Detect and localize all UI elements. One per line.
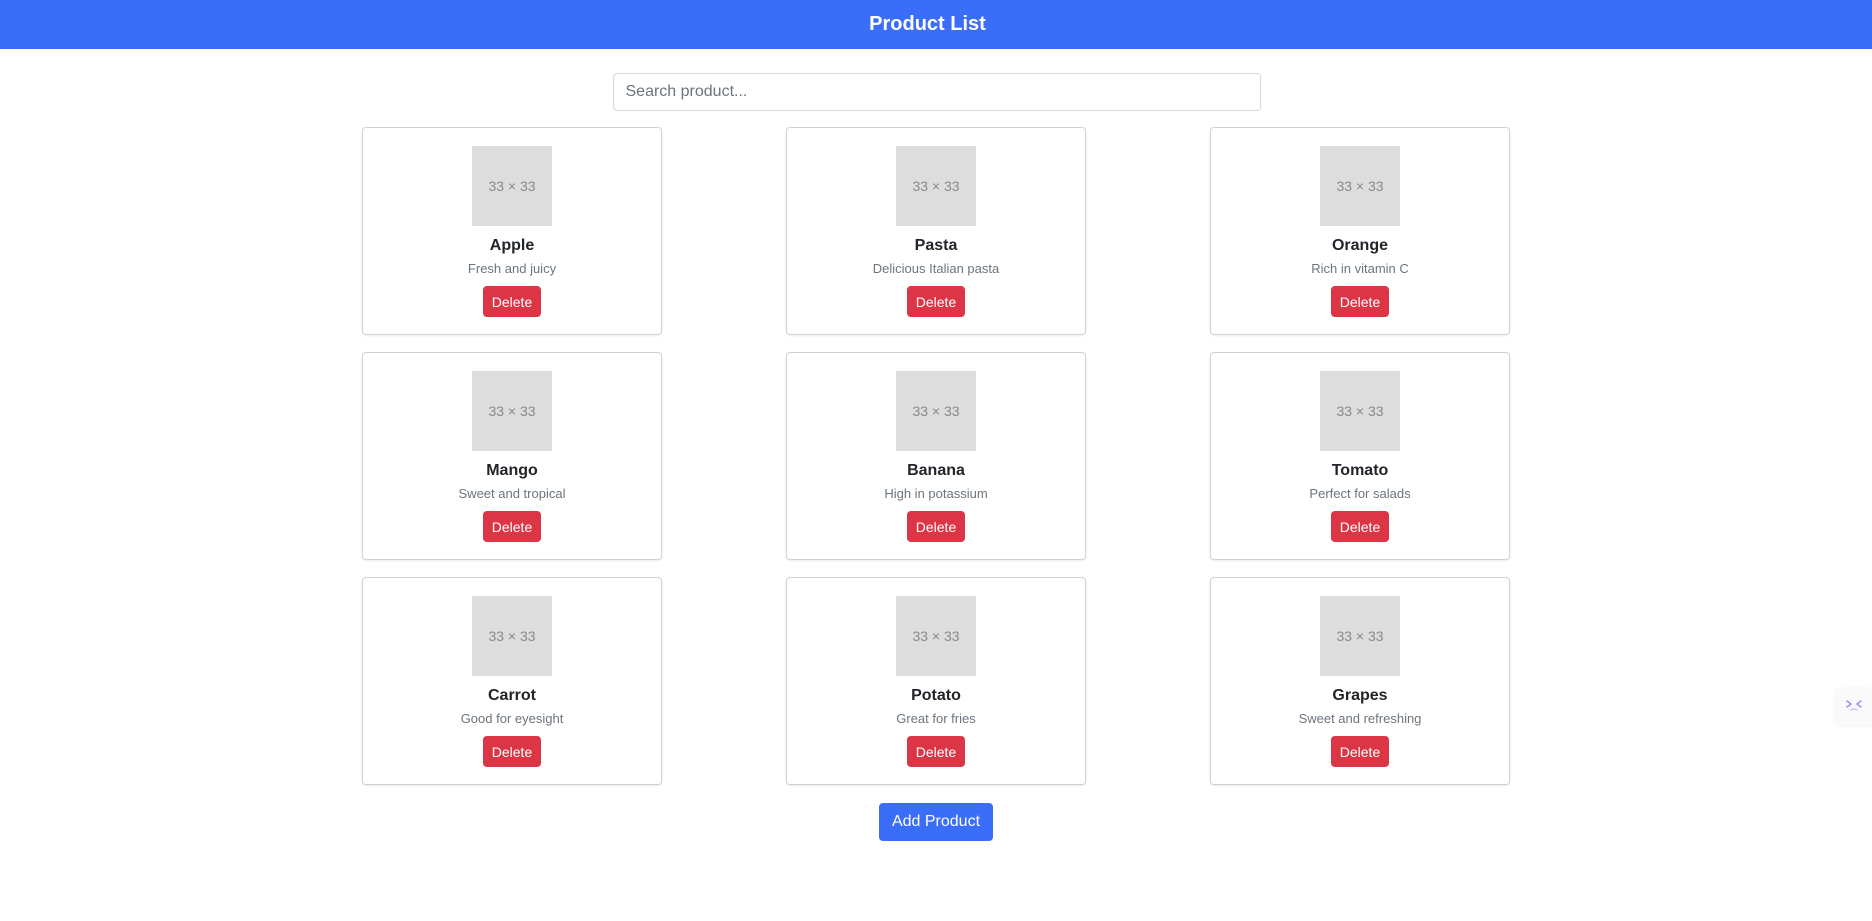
product-card: 33 × 33 Carrot Good for eyesight Delete [362, 577, 662, 785]
product-card: 33 × 33 Grapes Sweet and refreshing Dele… [1210, 577, 1510, 785]
delete-button[interactable]: Delete [907, 736, 965, 767]
product-card: 33 × 33 Pasta Delicious Italian pasta De… [786, 127, 1086, 335]
delete-button[interactable]: Delete [907, 511, 965, 542]
product-image-placeholder: 33 × 33 [1320, 371, 1400, 451]
product-image-placeholder: 33 × 33 [896, 146, 976, 226]
product-image-placeholder: 33 × 33 [1320, 146, 1400, 226]
product-card: 33 × 33 Orange Rich in vitamin C Delete [1210, 127, 1510, 335]
side-widget[interactable] [1836, 689, 1872, 725]
product-description: Sweet and refreshing [1298, 711, 1422, 726]
product-name: Potato [911, 687, 961, 704]
product-description: High in potassium [884, 486, 988, 501]
product-name: Carrot [487, 687, 536, 704]
product-image-placeholder: 33 × 33 [896, 596, 976, 676]
product-image-placeholder: 33 × 33 [472, 146, 552, 226]
product-description: Great for fries [896, 711, 976, 726]
page-header: Product List [0, 0, 1872, 49]
translate-assistant-icon [1845, 698, 1863, 717]
product-card: 33 × 33 Apple Fresh and juicy Delete [362, 127, 662, 335]
product-name: Mango [486, 462, 538, 479]
product-image-placeholder: 33 × 33 [896, 371, 976, 451]
delete-button[interactable]: Delete [483, 736, 541, 767]
product-card: 33 × 33 Banana High in potassium Delete [786, 352, 1086, 560]
product-card: 33 × 33 Mango Sweet and tropical Delete [362, 352, 662, 560]
product-name: Apple [489, 237, 535, 254]
product-image-placeholder: 33 × 33 [472, 596, 552, 676]
product-description: Fresh and juicy [467, 261, 557, 276]
delete-button[interactable]: Delete [1331, 511, 1389, 542]
product-description: Perfect for salads [1309, 486, 1411, 501]
search-bar [0, 73, 1872, 111]
product-card: 33 × 33 Tomato Perfect for salads Delete [1210, 352, 1510, 560]
delete-button[interactable]: Delete [1331, 286, 1389, 317]
delete-button[interactable]: Delete [907, 286, 965, 317]
product-description: Delicious Italian pasta [872, 261, 1000, 276]
page-title: Product List [869, 13, 986, 35]
search-input[interactable] [612, 73, 1261, 111]
product-description: Sweet and tropical [458, 486, 566, 501]
product-image-placeholder: 33 × 33 [472, 371, 552, 451]
product-grid: 33 × 33 Apple Fresh and juicy Delete 33 … [362, 127, 1511, 785]
product-description: Good for eyesight [460, 711, 564, 726]
delete-button[interactable]: Delete [483, 286, 541, 317]
delete-button[interactable]: Delete [1331, 736, 1389, 767]
product-name: Orange [1331, 237, 1388, 254]
product-name: Banana [907, 462, 965, 479]
product-name: Tomato [1331, 462, 1389, 479]
product-name: Pasta [914, 237, 958, 254]
delete-button[interactable]: Delete [483, 511, 541, 542]
product-description: Rich in vitamin C [1311, 261, 1409, 276]
product-name: Grapes [1332, 687, 1388, 704]
product-image-placeholder: 33 × 33 [1320, 596, 1400, 676]
add-product-button[interactable]: Add Product [879, 803, 993, 841]
product-card: 33 × 33 Potato Great for fries Delete [786, 577, 1086, 785]
